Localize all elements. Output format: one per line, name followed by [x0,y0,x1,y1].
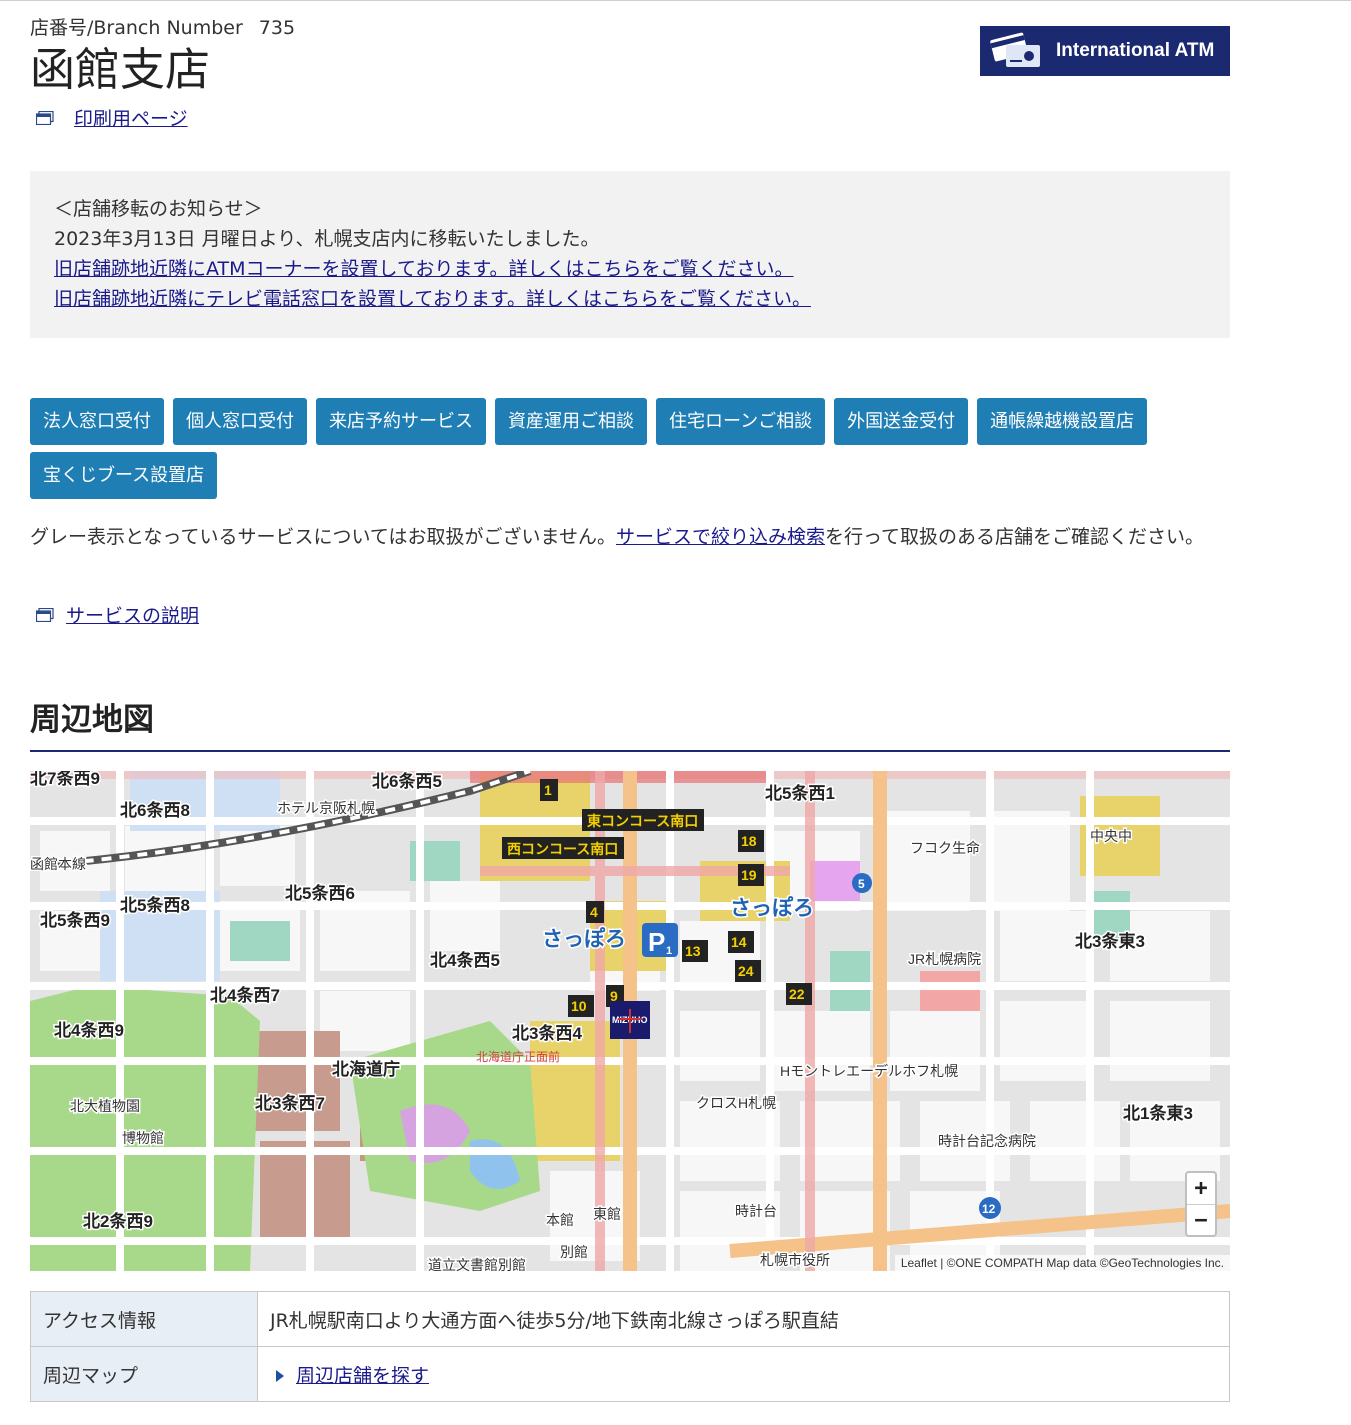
map-label: 北海道庁 [332,1059,400,1079]
map-label: 北7条西9 [30,771,100,788]
map-label: 北4条西5 [430,950,500,970]
map-label: 西コンコース南口 [507,841,618,857]
find-nearby-branches-link[interactable]: 周辺店舗を探す [296,1365,429,1387]
map-label: 本館 [546,1212,574,1228]
section-divider [30,750,1230,752]
map-attribution: Leaflet | ©ONE COMPATH Map data ©GeoTech… [894,1255,1230,1271]
map-label: 北5条西8 [120,895,190,915]
international-atm-badge: International ATM [980,26,1230,76]
triangle-right-icon [276,1370,284,1382]
exit-number: 18 [741,833,757,849]
svg-text:P: P [648,927,665,957]
exit-number: 13 [685,943,701,959]
map-label: 北3条西4 [512,1023,582,1043]
atm-corner-link[interactable]: 旧店舗跡地近隣にATMコーナーを設置しております。詳しくはこちらをご覧ください。 [54,258,793,280]
map-label: ホテル京阪札幌 [277,800,375,816]
exit-number: 22 [789,986,805,1002]
note-text: グレー表示となっているサービスについてはお取扱がございません。 [30,526,616,548]
international-atm-text: International ATM [1056,40,1215,61]
note-text: を行って取扱のある店舗をご確認ください。 [824,526,1205,548]
map-label: 北5条西6 [285,883,355,903]
service-description-link[interactable]: サービスの説明 [66,601,199,628]
map-label: 北1条東3 [1123,1103,1193,1123]
map-label: 北4条西7 [210,985,280,1005]
map-label: 時計台記念病院 [938,1133,1036,1149]
page-title: 函館支店 [30,43,211,96]
window-icon [36,607,54,622]
print-page-link[interactable]: 印刷用ページ [74,104,188,131]
map-zoom-control: + − [1185,1171,1217,1237]
station-label: さっぽろ [542,927,626,951]
map-label: 北4条西9 [54,1020,124,1040]
map-label: 時計台 [735,1203,777,1219]
map-label: 東館 [593,1206,621,1222]
map-label: 東コンコース南口 [587,813,698,829]
service-tag[interactable]: 外国送金受付 [834,398,969,445]
branch-info-table: アクセス情報 JR札幌駅南口より大通方面へ徒歩5分/地下鉄南北線さっぽろ駅直結 … [30,1291,1230,1402]
map-section-title: 周辺地図 [30,702,154,738]
service-filter-search-link[interactable]: サービスで絞り込み検索 [616,526,825,548]
branch-number-value: 735 [258,17,296,39]
map-label: 中央中 [1090,828,1132,844]
map-canvas: 北7条西9 北6条西8 北6条西5 北5条西9 北5条西8 北5条西6 北4条西… [30,771,1230,1271]
map-label: 北6条西8 [120,800,190,820]
exit-number: 14 [731,934,747,950]
map-label: 北2条西9 [83,1211,153,1231]
service-tag[interactable]: 宝くじブース設置店 [30,452,218,499]
exit-number: 1 [544,782,552,798]
map-label: 道立文書館別館 [428,1257,526,1271]
map-label: Hモントレエーデルホフ札幌 [780,1063,958,1079]
map-label: 北海道庁正面前 [476,1049,560,1064]
table-row: アクセス情報 JR札幌駅南口より大通方面へ徒歩5分/地下鉄南北線さっぽろ駅直結 [30,1291,1230,1347]
map-label: 北3条東3 [1075,931,1145,951]
map-label: 北5条西1 [765,783,835,803]
service-tag[interactable]: 法人窓口受付 [30,398,164,445]
map-label: 北5条西9 [40,910,110,930]
exit-number: 19 [741,867,757,883]
map-label: 函館本線 [30,856,86,872]
gray-service-note: グレー表示となっているサービスについてはお取扱がございません。サービスで絞り込み… [30,522,1235,552]
notice-heading: ＜店舗移転のお知らせ＞ [54,198,263,220]
zoom-in-button[interactable]: + [1187,1173,1215,1205]
map-label: クロスH札幌 [696,1095,776,1111]
exit-number: 24 [738,963,754,979]
service-tags: 法人窓口受付 個人窓口受付 来店予約サービス 資産運用ご相談 住宅ローンご相談 … [30,398,1240,506]
map-label: 博物館 [122,1130,164,1146]
map-label: 北6条西5 [372,771,442,791]
branch-number-label: 店番号/Branch Number [30,17,243,39]
svg-text:5: 5 [858,877,865,891]
map-label: JR札幌病院 [908,951,981,967]
service-tag[interactable]: 通帳繰越機設置店 [977,398,1148,445]
service-tag[interactable]: 住宅ローンご相談 [656,398,826,445]
service-tag[interactable]: 来店予約サービス [316,398,486,445]
map-label: 別館 [560,1244,588,1260]
cards-icon [990,32,1040,67]
print-page-link-row: 印刷用ページ [36,104,188,131]
relocation-notice: ＜店舗移転のお知らせ＞ 2023年3月13日 月曜日より、札幌支店内に移転いたし… [30,171,1230,338]
window-icon [36,110,54,125]
service-tag[interactable]: 個人窓口受付 [173,398,307,445]
svg-text:1: 1 [666,945,672,957]
exit-number: 4 [590,904,598,920]
nearby-map-label: 周辺マップ [30,1346,258,1402]
map-label: 北3条西7 [255,1093,325,1113]
access-label: アクセス情報 [30,1291,258,1347]
access-value: JR札幌駅南口より大通方面へ徒歩5分/地下鉄南北線さっぽろ駅直結 [257,1291,1230,1347]
map-label: 北大植物園 [70,1098,140,1114]
map-label: 札幌市役所 [760,1252,830,1268]
service-description-row: サービスの説明 [36,601,199,628]
video-call-link[interactable]: 旧店舗跡地近隣にテレビ電話窓口を設置しております。詳しくはこちらをご覧ください。 [54,288,811,310]
branch-number: 店番号/Branch Number 735 [30,13,295,40]
station-label: さっぽろ [730,896,814,920]
zoom-out-button[interactable]: − [1187,1205,1215,1236]
service-tag[interactable]: 資産運用ご相談 [495,398,647,445]
svg-text:12: 12 [982,1202,996,1216]
map-label: フコク生命 [910,840,980,856]
exit-number: 10 [571,998,587,1014]
notice-line: 2023年3月13日 月曜日より、札幌支店内に移転いたしました。 [54,228,600,250]
area-map[interactable]: 北7条西9 北6条西8 北6条西5 北5条西9 北5条西8 北5条西6 北4条西… [30,771,1230,1271]
table-row: 周辺マップ 周辺店舗を探す [30,1346,1230,1402]
